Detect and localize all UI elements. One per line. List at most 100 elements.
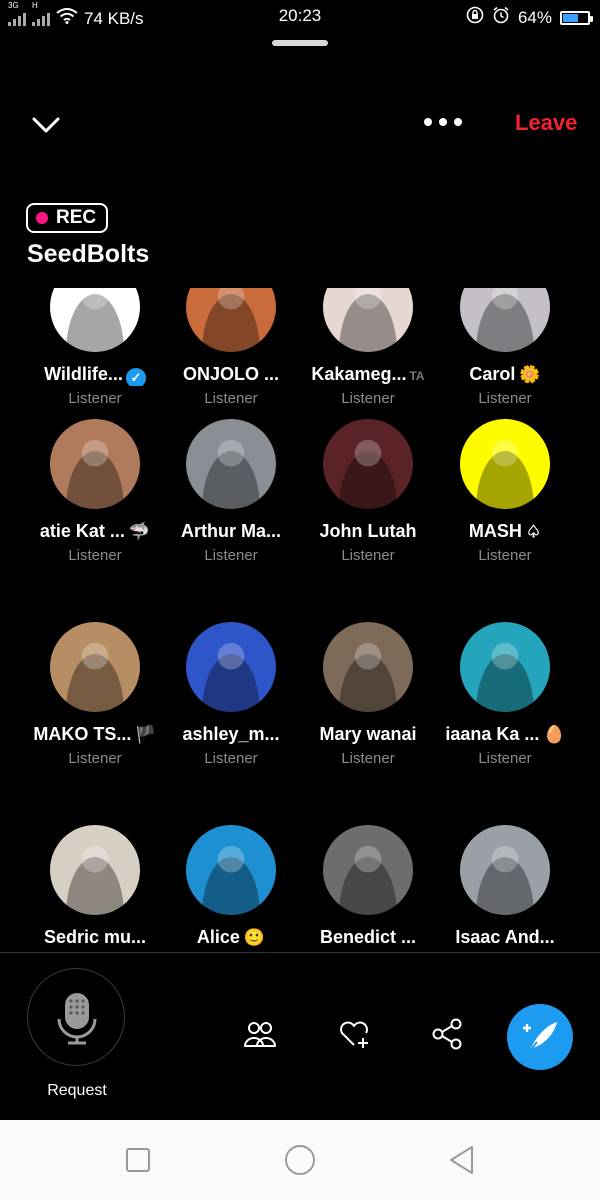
participant-name-text: Alice bbox=[196, 927, 240, 947]
status-bar: 3G H 74 KB/s 20:23 64% bbox=[0, 0, 600, 32]
people-icon bbox=[244, 1022, 276, 1047]
participant-card[interactable]: atie Kat ... 🦈 Listener bbox=[27, 419, 163, 564]
share-button[interactable] bbox=[429, 1016, 465, 1052]
avatar[interactable] bbox=[323, 622, 413, 712]
participant-grid: Wildlife... ✓ Listener ONJOLO ... Listener Ka… bbox=[0, 288, 600, 950]
participant-name: MASH ♤ bbox=[437, 521, 573, 543]
recents-button[interactable] bbox=[118, 1142, 158, 1178]
leave-button[interactable]: Leave bbox=[515, 110, 577, 136]
participant-card[interactable]: Kakameg... TA Listener bbox=[300, 288, 436, 407]
alarm-icon bbox=[492, 6, 510, 29]
participant-card[interactable]: ONJOLO ... Listener bbox=[163, 288, 299, 407]
participant-name: Kakameg... TA bbox=[300, 364, 436, 386]
chevron-down-icon bbox=[32, 117, 60, 133]
dot-icon bbox=[424, 118, 432, 126]
avatar[interactable] bbox=[460, 825, 550, 915]
sheet-handle[interactable] bbox=[272, 40, 328, 46]
participant-card[interactable]: Isaac And... bbox=[437, 825, 573, 949]
participant-name-text: Wildlife... bbox=[44, 364, 123, 384]
battery-icon bbox=[560, 10, 593, 25]
circle-icon bbox=[285, 1145, 315, 1175]
participant-name: John Lutah bbox=[300, 521, 436, 543]
back-button[interactable] bbox=[442, 1142, 482, 1178]
triangle-back-icon bbox=[450, 1146, 473, 1174]
heart-plus-icon bbox=[340, 1021, 368, 1048]
participant-card[interactable]: Alice 🙂 bbox=[163, 825, 299, 949]
verified-badge-icon: ✓ bbox=[125, 368, 146, 386]
participant-role: Listener bbox=[68, 547, 122, 564]
participant-card[interactable]: Mary wanai Listener bbox=[300, 622, 436, 767]
participant-role: Listener bbox=[341, 750, 395, 767]
participant-name-text: Arthur Ma... bbox=[180, 521, 281, 541]
participant-card[interactable]: Wildlife... ✓ Listener bbox=[27, 288, 163, 407]
avatar[interactable] bbox=[186, 825, 276, 915]
participant-role: Listener bbox=[68, 750, 122, 767]
participant-role: Listener bbox=[478, 390, 532, 407]
participant-name: iaana Ka ... 🥚 bbox=[437, 724, 573, 746]
participant-name-text: Kakameg... bbox=[311, 364, 407, 384]
more-options-button[interactable] bbox=[424, 112, 470, 132]
avatar[interactable] bbox=[323, 825, 413, 915]
participant-card[interactable]: MASH ♤ Listener bbox=[437, 419, 573, 564]
room-title: SeedBolts bbox=[27, 240, 150, 268]
participant-emoji: 🦈 bbox=[128, 522, 151, 541]
request-mic-button[interactable] bbox=[27, 968, 125, 1066]
participant-name-text: Mary wanai bbox=[319, 724, 417, 744]
participant-card[interactable]: Benedict ... bbox=[300, 825, 436, 949]
participant-role: Listener bbox=[204, 750, 258, 767]
participant-name-text: Carol bbox=[469, 364, 516, 384]
square-icon bbox=[126, 1148, 150, 1172]
participant-card[interactable]: Arthur Ma... Listener bbox=[163, 419, 299, 564]
status-right: 64% bbox=[466, 6, 593, 29]
participant-name: Wildlife... ✓ bbox=[27, 364, 163, 386]
request-label: Request bbox=[47, 1082, 107, 1099]
avatar[interactable] bbox=[50, 419, 140, 509]
avatar[interactable] bbox=[323, 288, 413, 352]
dot-icon bbox=[454, 118, 462, 126]
collapse-button[interactable] bbox=[26, 108, 66, 142]
rotation-lock-icon bbox=[466, 6, 484, 29]
participant-card[interactable]: ashley_m... Listener bbox=[163, 622, 299, 767]
participant-card[interactable]: Sedric mu... bbox=[27, 825, 163, 949]
participant-emoji: 🥚 bbox=[543, 725, 565, 744]
participant-role: Listener bbox=[341, 390, 395, 407]
participant-name-text: iaana Ka ... bbox=[445, 724, 540, 744]
avatar[interactable] bbox=[50, 825, 140, 915]
participant-role: Listener bbox=[204, 547, 258, 564]
participant-name: atie Kat ... 🦈 bbox=[27, 521, 163, 543]
participant-emoji: 🌼 bbox=[519, 365, 541, 384]
compose-tweet-button[interactable] bbox=[507, 1004, 573, 1070]
avatar[interactable] bbox=[186, 288, 276, 352]
avatar[interactable] bbox=[460, 288, 550, 352]
divider bbox=[0, 952, 600, 953]
dot-icon bbox=[439, 118, 447, 126]
avatar[interactable] bbox=[186, 419, 276, 509]
system-navigation-bar bbox=[0, 1120, 600, 1200]
participant-card[interactable]: iaana Ka ... 🥚 Listener bbox=[437, 622, 573, 767]
participant-name-text: MAKO TS... bbox=[33, 724, 132, 744]
recording-dot-icon bbox=[36, 212, 48, 224]
avatar[interactable] bbox=[460, 419, 550, 509]
participant-name: MAKO TS... 🏴 bbox=[27, 724, 163, 746]
avatar[interactable] bbox=[50, 288, 140, 352]
participant-card[interactable]: Carol 🌼 Listener bbox=[437, 288, 573, 407]
participant-name-text: MASH bbox=[468, 521, 522, 541]
compose-feather-icon bbox=[523, 1022, 557, 1053]
participant-card[interactable]: MAKO TS... 🏴 Listener bbox=[27, 622, 163, 767]
avatar[interactable] bbox=[323, 419, 413, 509]
participant-role: Listener bbox=[341, 547, 395, 564]
participant-name-text: Isaac And... bbox=[455, 927, 555, 947]
home-button[interactable] bbox=[280, 1142, 320, 1178]
react-button[interactable] bbox=[336, 1016, 372, 1052]
people-button[interactable] bbox=[242, 1016, 278, 1052]
avatar[interactable] bbox=[50, 622, 140, 712]
participant-name-text: ONJOLO ... bbox=[182, 364, 279, 384]
participant-badge: TA bbox=[409, 369, 425, 383]
avatar[interactable] bbox=[186, 622, 276, 712]
participant-name-text: John Lutah bbox=[319, 521, 417, 541]
rec-badge: REC bbox=[26, 203, 109, 233]
participant-name: Isaac And... bbox=[437, 927, 573, 949]
avatar[interactable] bbox=[460, 622, 550, 712]
participant-card[interactable]: John Lutah Listener bbox=[300, 419, 436, 564]
participant-emoji: 🙂 bbox=[243, 928, 266, 947]
